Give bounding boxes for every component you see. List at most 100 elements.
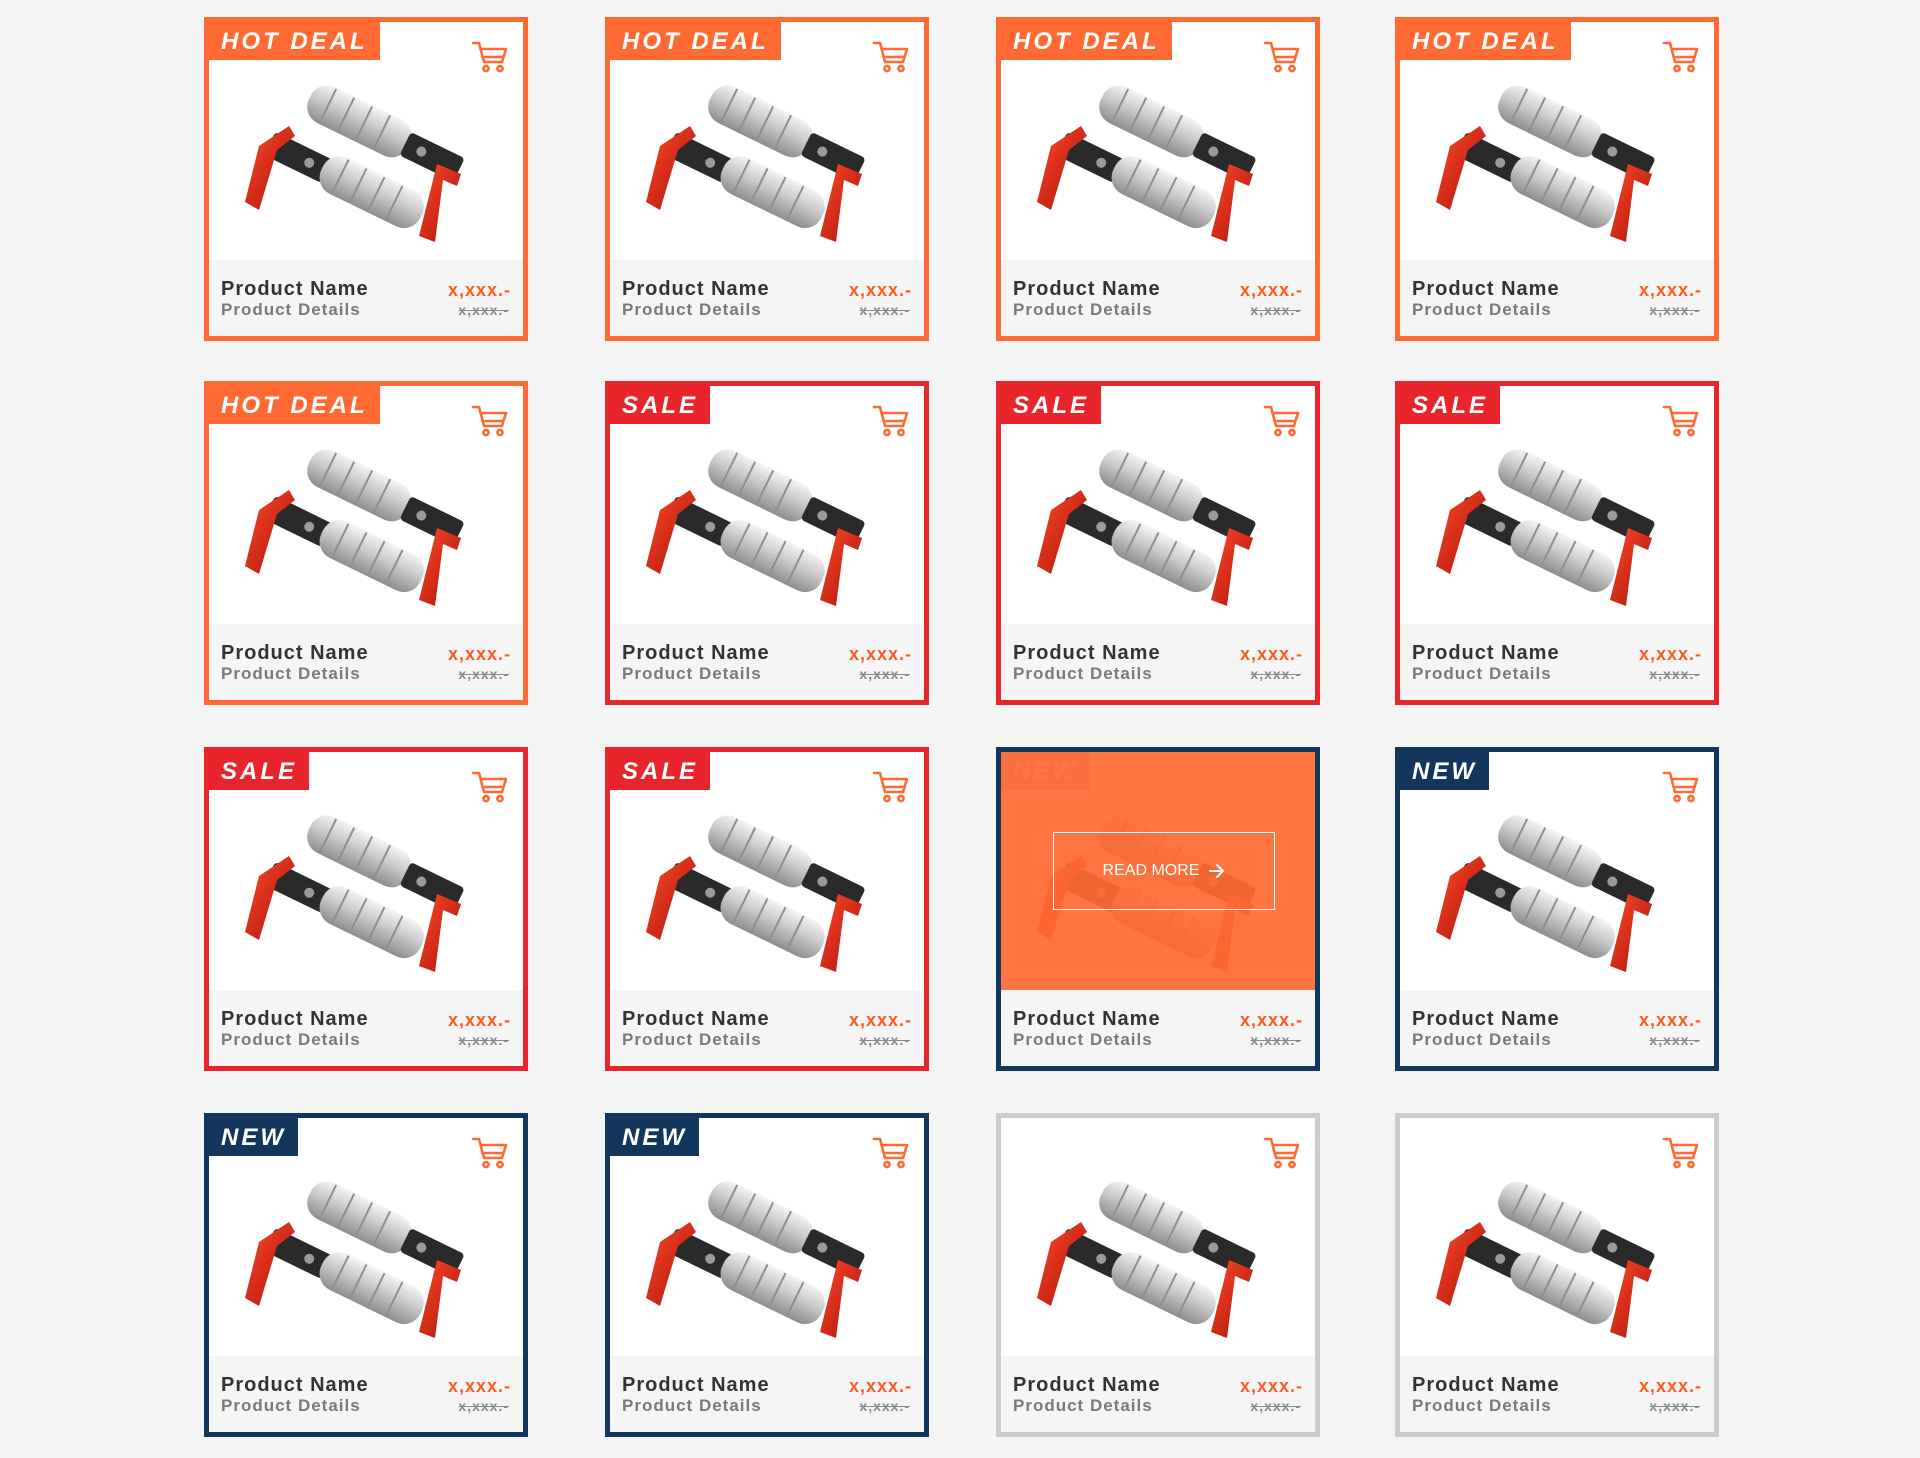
product-price: x,xxx.- — [1638, 644, 1702, 664]
product-name[interactable]: Product Name — [1013, 642, 1161, 665]
product-image — [646, 449, 865, 606]
product-name[interactable]: Product Name — [1013, 278, 1161, 301]
product-card-16[interactable]: Product Name Product Details x,xxx.- x,x… — [1395, 1113, 1719, 1437]
product-name[interactable]: Product Name — [1412, 1008, 1560, 1031]
product-info: Product Name Product Details x,xxx.- x,x… — [1400, 260, 1714, 336]
product-image — [646, 85, 865, 242]
product-card-1[interactable]: HOT DEAL Product Name Product Details x,… — [204, 17, 528, 341]
product-price: x,xxx.- — [848, 1376, 912, 1396]
product-name[interactable]: Product Name — [221, 1374, 369, 1397]
product-details: Product Details — [221, 1396, 361, 1415]
product-card-6[interactable]: SALE Product Name Product Details x,xxx.… — [605, 381, 929, 705]
product-old-price: x,xxx.- — [1250, 666, 1301, 682]
shopping-cart-icon[interactable] — [1662, 770, 1700, 804]
product-card-8[interactable]: SALE Product Name Product Details x,xxx.… — [1395, 381, 1719, 705]
product-info: Product Name Product Details x,xxx.- x,x… — [610, 260, 924, 336]
product-name[interactable]: Product Name — [1013, 1008, 1161, 1031]
product-details: Product Details — [1013, 664, 1153, 683]
product-info: Product Name Product Details x,xxx.- x,x… — [1001, 260, 1315, 336]
shopping-cart-icon[interactable] — [872, 770, 910, 804]
product-name[interactable]: Product Name — [1412, 1374, 1560, 1397]
product-image — [245, 449, 464, 606]
product-details: Product Details — [1412, 1030, 1552, 1049]
product-details: Product Details — [221, 664, 361, 683]
shopping-cart-icon[interactable] — [872, 404, 910, 438]
product-details: Product Details — [221, 1030, 361, 1049]
product-card-13[interactable]: NEW Product Name Product Details x,xxx.-… — [204, 1113, 528, 1437]
product-old-price: x,xxx.- — [458, 1398, 509, 1414]
product-old-price: x,xxx.- — [859, 302, 910, 318]
shopping-cart-icon[interactable] — [471, 770, 509, 804]
product-old-price: x,xxx.- — [1250, 1032, 1301, 1048]
product-card-11[interactable]: READ MORE NEW Product Name Product Detai… — [996, 747, 1320, 1071]
product-details: Product Details — [622, 1396, 762, 1415]
product-image — [1037, 449, 1256, 606]
promo-badge: HOT DEAL — [1001, 22, 1172, 60]
product-name[interactable]: Product Name — [221, 642, 369, 665]
product-card-14[interactable]: NEW Product Name Product Details x,xxx.-… — [605, 1113, 929, 1437]
promo-badge: HOT DEAL — [1400, 22, 1571, 60]
product-card-12[interactable]: NEW Product Name Product Details x,xxx.-… — [1395, 747, 1719, 1071]
shopping-cart-icon[interactable] — [1263, 40, 1301, 74]
product-card-7[interactable]: SALE Product Name Product Details x,xxx.… — [996, 381, 1320, 705]
product-price: x,xxx.- — [1239, 1010, 1303, 1030]
shopping-cart-icon[interactable] — [471, 404, 509, 438]
product-image — [245, 85, 464, 242]
product-image — [1436, 85, 1655, 242]
product-price: x,xxx.- — [447, 280, 511, 300]
product-name[interactable]: Product Name — [1412, 278, 1560, 301]
product-image — [1037, 85, 1256, 242]
product-details: Product Details — [622, 664, 762, 683]
shopping-cart-icon[interactable] — [872, 40, 910, 74]
product-price: x,xxx.- — [848, 280, 912, 300]
product-name[interactable]: Product Name — [622, 642, 770, 665]
product-image — [646, 1181, 865, 1338]
product-image-area[interactable]: READ MORE — [1001, 752, 1315, 990]
product-details: Product Details — [622, 1030, 762, 1049]
product-name[interactable]: Product Name — [622, 1374, 770, 1397]
shopping-cart-icon[interactable] — [471, 1136, 509, 1170]
product-old-price: x,xxx.- — [1649, 666, 1700, 682]
product-info: Product Name Product Details x,xxx.- x,x… — [1400, 624, 1714, 700]
shopping-cart-icon[interactable] — [471, 40, 509, 74]
shopping-cart-icon[interactable] — [1662, 1136, 1700, 1170]
product-old-price: x,xxx.- — [1250, 302, 1301, 318]
product-name[interactable]: Product Name — [622, 278, 770, 301]
product-old-price: x,xxx.- — [458, 302, 509, 318]
product-details: Product Details — [1013, 1396, 1153, 1415]
product-info: Product Name Product Details x,xxx.- x,x… — [209, 990, 523, 1066]
product-card-3[interactable]: HOT DEAL Product Name Product Details x,… — [996, 17, 1320, 341]
product-card-2[interactable]: HOT DEAL Product Name Product Details x,… — [605, 17, 929, 341]
product-info: Product Name Product Details x,xxx.- x,x… — [610, 1356, 924, 1432]
product-info: Product Name Product Details x,xxx.- x,x… — [610, 990, 924, 1066]
promo-badge: SALE — [610, 386, 711, 424]
product-card-9[interactable]: SALE Product Name Product Details x,xxx.… — [204, 747, 528, 1071]
product-card-4[interactable]: HOT DEAL Product Name Product Details x,… — [1395, 17, 1719, 341]
product-price: x,xxx.- — [1239, 280, 1303, 300]
shopping-cart-icon[interactable] — [1662, 40, 1700, 74]
product-name[interactable]: Product Name — [221, 278, 369, 301]
product-name[interactable]: Product Name — [1412, 642, 1560, 665]
shopping-cart-icon[interactable] — [1263, 404, 1301, 438]
shopping-cart-icon[interactable] — [1662, 404, 1700, 438]
product-old-price: x,xxx.- — [1649, 1032, 1700, 1048]
product-details: Product Details — [1412, 300, 1552, 319]
shopping-cart-icon[interactable] — [1263, 1136, 1301, 1170]
product-card-10[interactable]: SALE Product Name Product Details x,xxx.… — [605, 747, 929, 1071]
product-old-price: x,xxx.- — [1250, 1398, 1301, 1414]
promo-badge: SALE — [209, 752, 310, 790]
shopping-cart-icon[interactable] — [872, 1136, 910, 1170]
product-card-5[interactable]: HOT DEAL Product Name Product Details x,… — [204, 381, 528, 705]
read-more-label: READ MORE — [1102, 862, 1200, 879]
product-name[interactable]: Product Name — [221, 1008, 369, 1031]
hover-overlay: READ MORE — [1001, 752, 1315, 990]
product-name[interactable]: Product Name — [1013, 1374, 1161, 1397]
read-more-button[interactable]: READ MORE — [1053, 832, 1275, 910]
product-info: Product Name Product Details x,xxx.- x,x… — [209, 1356, 523, 1432]
product-price: x,xxx.- — [1239, 1376, 1303, 1396]
product-price: x,xxx.- — [1638, 1010, 1702, 1030]
product-name[interactable]: Product Name — [622, 1008, 770, 1031]
product-info: Product Name Product Details x,xxx.- x,x… — [1400, 990, 1714, 1066]
promo-badge: HOT DEAL — [610, 22, 781, 60]
product-card-15[interactable]: Product Name Product Details x,xxx.- x,x… — [996, 1113, 1320, 1437]
